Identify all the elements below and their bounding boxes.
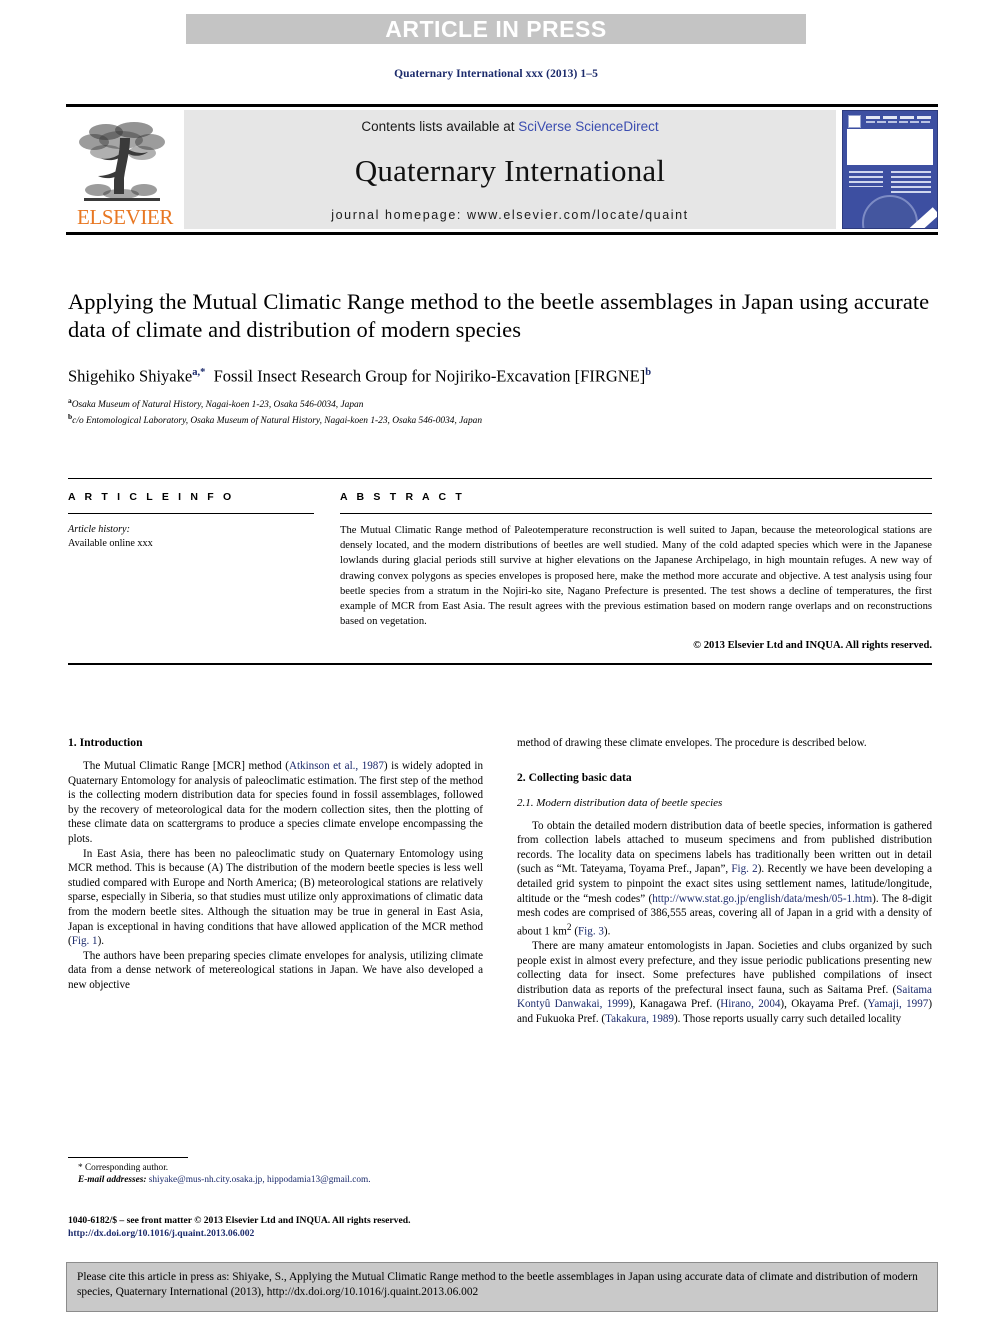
- affiliation-b: bc/o Entomological Laboratory, Osaka Mus…: [68, 411, 930, 428]
- page-title: Applying the Mutual Climatic Range metho…: [68, 289, 930, 342]
- article-history-block: Article history: Available online xxx: [68, 523, 314, 550]
- abstract-heading: A B S T R A C T: [340, 491, 465, 503]
- cover-publisher-mark-icon: [848, 115, 861, 128]
- affiliation-b-text: c/o Entomological Laboratory, Osaka Muse…: [72, 416, 483, 427]
- abstract-text: The Mutual Climatic Range method of Pale…: [340, 525, 932, 628]
- intro-paragraph-3-continued: method of drawing these climate envelope…: [517, 737, 867, 749]
- p21-part-e: ).: [603, 925, 611, 938]
- intro-p1-part-a: The Mutual Climatic Range [MCR] method (: [83, 760, 289, 772]
- cover-white-panel: [847, 129, 933, 165]
- p22-part-a: There are many amateur entomologists in …: [517, 940, 932, 996]
- cover-title-bar: [866, 116, 933, 119]
- affiliation-list: aOsaka Museum of Natural History, Nagai-…: [68, 395, 930, 428]
- email-addresses-note: E-mail addresses: shiyake@mus-nh.city.os…: [68, 1174, 483, 1186]
- journal-title: Quaternary International: [354, 153, 666, 188]
- journal-reference-line: Quaternary International xxx (2013) 1–5: [394, 68, 598, 80]
- article-history-label: Article history:: [68, 524, 130, 535]
- abstract-divider: [340, 513, 932, 514]
- issn-line: 1040-6182/$ – see front matter © 2013 El…: [68, 1215, 411, 1226]
- heading-introduction: 1. Introduction: [68, 736, 143, 749]
- corresponding-author-note: * Corresponding author.: [78, 1163, 169, 1173]
- article-history-value: Available online xxx: [68, 537, 153, 549]
- intro-paragraph-1: The Mutual Climatic Range [MCR] method (…: [68, 759, 483, 847]
- elsevier-logo: ELSEVIER: [66, 107, 184, 232]
- footnote-block: * Corresponding author. E-mail addresses…: [68, 1157, 483, 1187]
- figure-ref-2[interactable]: Fig. 2: [731, 863, 757, 875]
- p22-part-c: ), Okayama Pref. (: [780, 998, 868, 1011]
- title-block: Applying the Mutual Climatic Range metho…: [68, 288, 930, 428]
- contents-lists-prefix: Contents lists available at: [361, 119, 519, 134]
- abstract-copyright: © 2013 Elsevier Ltd and INQUA. All right…: [693, 640, 932, 652]
- info-abstract-section: A R T I C L E I N F O Article history: A…: [68, 478, 932, 666]
- section21-paragraph-1: To obtain the detailed modern distributi…: [517, 819, 932, 939]
- intro-paragraph-3: The authors have been preparing species …: [68, 949, 483, 991]
- heading-collecting-basic-data: 2. Collecting basic data: [517, 770, 632, 784]
- citation-takakura-1989[interactable]: Takakura, 1989: [605, 1013, 674, 1025]
- author-name-1: Shigehiko Shiyake: [68, 366, 193, 386]
- citation-yamaji-1997[interactable]: Yamaji, 1997: [867, 998, 928, 1010]
- p22-part-b: ), Kanagawa Pref. (: [628, 998, 721, 1011]
- email-addresses-value[interactable]: shiyake@mus-nh.city.osaka.jp, hippodamia…: [146, 1175, 371, 1185]
- affiliation-a-text: Osaka Museum of Natural History, Nagai-k…: [71, 399, 364, 410]
- p22-part-e: ). Those reports usually carry such deta…: [673, 1013, 902, 1025]
- intro-p2-part-b: ).: [97, 935, 105, 948]
- figure-ref-1[interactable]: Fig. 1: [72, 935, 98, 947]
- abstract-column: A B S T R A C T The Mutual Climatic Rang…: [314, 491, 932, 651]
- intro-p1-part-b: ) is widely adopted in Quaternary Entomo…: [68, 760, 483, 845]
- sciencedirect-link[interactable]: SciVerse ScienceDirect: [518, 119, 658, 134]
- intro-p2-part-a: In East Asia, there has been no paleocli…: [68, 847, 483, 948]
- cover-left-text-lines: [849, 171, 883, 187]
- doi-link[interactable]: http://dx.doi.org/10.1016/j.quaint.2013.…: [68, 1228, 508, 1241]
- footnote-divider: [68, 1157, 188, 1158]
- cite-this-article-box: Please cite this article in press as: Sh…: [66, 1262, 938, 1312]
- journal-cover-thumbnail[interactable]: [842, 110, 938, 229]
- article-info-divider: [68, 513, 314, 514]
- journal-masthead: ELSEVIER Contents lists available at Sci…: [66, 104, 938, 235]
- citation-atkinson-1987[interactable]: Atkinson et al., 1987: [289, 760, 384, 772]
- elsevier-wordmark: ELSEVIER: [77, 205, 173, 229]
- cover-subtitle-bar: [866, 121, 931, 123]
- journal-homepage-line[interactable]: journal homepage: www.elsevier.com/locat…: [331, 208, 689, 222]
- article-in-press-label: ARTICLE IN PRESS: [385, 15, 607, 42]
- author-name-2: Fossil Insect Research Group for Nojirik…: [213, 366, 646, 386]
- cite-this-article-text: Please cite this article in press as: Sh…: [77, 1271, 918, 1299]
- heading-modern-distribution-data: 2.1. Modern distribution data of beetle …: [517, 796, 723, 809]
- issn-copyright-block: 1040-6182/$ – see front matter © 2013 El…: [68, 1215, 508, 1240]
- figure-ref-3[interactable]: Fig. 3: [578, 925, 604, 937]
- elsevier-tree-icon: [79, 122, 165, 201]
- author-2-marks[interactable]: b: [645, 367, 651, 378]
- author-list: Shigehiko Shiyakea,* Fossil Insect Resea…: [68, 363, 930, 387]
- cover-right-text-lines: [891, 171, 931, 193]
- email-addresses-label: E-mail addresses:: [78, 1175, 147, 1186]
- author-1-marks[interactable]: a,*: [192, 367, 205, 378]
- section21-paragraph-2: There are many amateur entomologists in …: [517, 939, 932, 1027]
- right-column: method of drawing these climate envelope…: [517, 736, 932, 1027]
- article-info-heading: A R T I C L E I N F O: [68, 491, 235, 503]
- contents-lists-line: Contents lists available at SciVerse Sci…: [361, 119, 658, 134]
- mesh-code-url-link[interactable]: http://www.stat.go.jp/english/data/mesh/…: [652, 893, 872, 905]
- citation-hirano-2004[interactable]: Hirano, 2004: [720, 998, 780, 1010]
- left-column: 1. Introduction The Mutual Climatic Rang…: [68, 736, 483, 1027]
- intro-paragraph-2: In East Asia, there has been no paleocli…: [68, 847, 483, 949]
- affiliation-a: aOsaka Museum of Natural History, Nagai-…: [68, 395, 930, 412]
- inqua-snowflake-icon: [862, 195, 918, 228]
- article-info-column: A R T I C L E I N F O Article history: A…: [68, 491, 314, 651]
- article-in-press-banner: ARTICLE IN PRESS: [186, 14, 806, 44]
- masthead-center-panel: Contents lists available at SciVerse Sci…: [184, 110, 836, 229]
- body-columns: 1. Introduction The Mutual Climatic Rang…: [68, 736, 932, 1027]
